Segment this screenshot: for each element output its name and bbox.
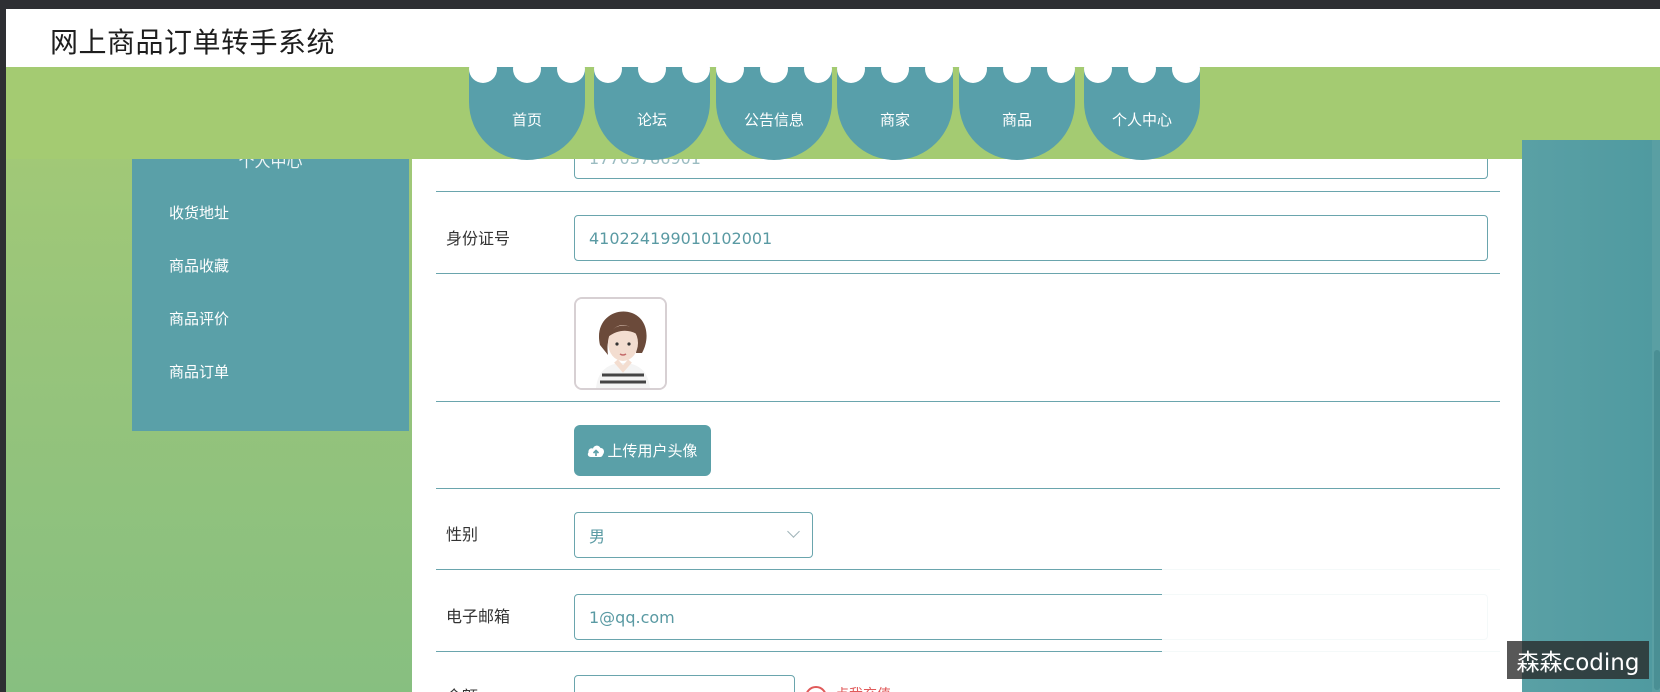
gender-label: 性别 xyxy=(446,525,479,544)
scrollbar-thumb[interactable] xyxy=(1654,350,1660,690)
watermark: 森森coding xyxy=(1507,641,1649,679)
site-header: 网上商品订单转手系统 xyxy=(6,9,1660,67)
nav-label: 首页 xyxy=(511,111,542,129)
nav-label: 个人中心 xyxy=(1111,111,1172,129)
site-title: 网上商品订单转手系统 xyxy=(50,26,336,59)
window-top-strip xyxy=(0,0,1660,9)
upload-avatar-button[interactable]: 上传用户头像 xyxy=(574,425,711,476)
right-decor-panel xyxy=(1522,140,1660,692)
balance-label: 余额 xyxy=(446,683,478,692)
overlay-panel xyxy=(1162,553,1522,663)
sidebar-item-orders[interactable]: 商品订单 xyxy=(169,361,229,382)
upload-label: 上传用户头像 xyxy=(607,442,698,460)
nav-label: 论坛 xyxy=(636,111,667,129)
email-label: 电子邮箱 xyxy=(446,607,511,626)
nav-label: 商家 xyxy=(879,111,910,129)
recharge-link[interactable]: 点我充值 xyxy=(835,684,905,692)
sidebar-item-favorites[interactable]: 商品收藏 xyxy=(169,255,229,276)
nav-label: 商品 xyxy=(1001,111,1032,129)
row-divider xyxy=(436,191,1500,192)
id-number-value: 410224199010102001 xyxy=(589,228,773,248)
gender-value: 男 xyxy=(589,527,606,546)
cloud-upload-icon xyxy=(588,445,605,457)
avatar-image xyxy=(576,299,665,388)
sidebar-item-reviews[interactable]: 商品评价 xyxy=(169,308,229,329)
nav-label: 公告信息 xyxy=(743,111,804,129)
gender-select[interactable]: 男 xyxy=(574,512,813,558)
id-label: 身份证号 xyxy=(446,229,511,248)
email-value: 1@qq.com xyxy=(589,607,675,627)
balance-field[interactable] xyxy=(574,675,795,692)
sidebar: 个人中心 收货地址 商品收藏 商品评价 商品订单 xyxy=(132,140,409,431)
sidebar-item-address[interactable]: 收货地址 xyxy=(169,202,229,223)
nav-bar-cover xyxy=(6,67,1660,159)
avatar xyxy=(574,297,667,390)
row-divider xyxy=(436,401,1500,402)
row-divider xyxy=(436,488,1500,489)
row-divider xyxy=(436,273,1500,274)
chevron-down-icon xyxy=(787,525,800,538)
id-number-field[interactable]: 410224199010102001 xyxy=(574,215,1488,261)
